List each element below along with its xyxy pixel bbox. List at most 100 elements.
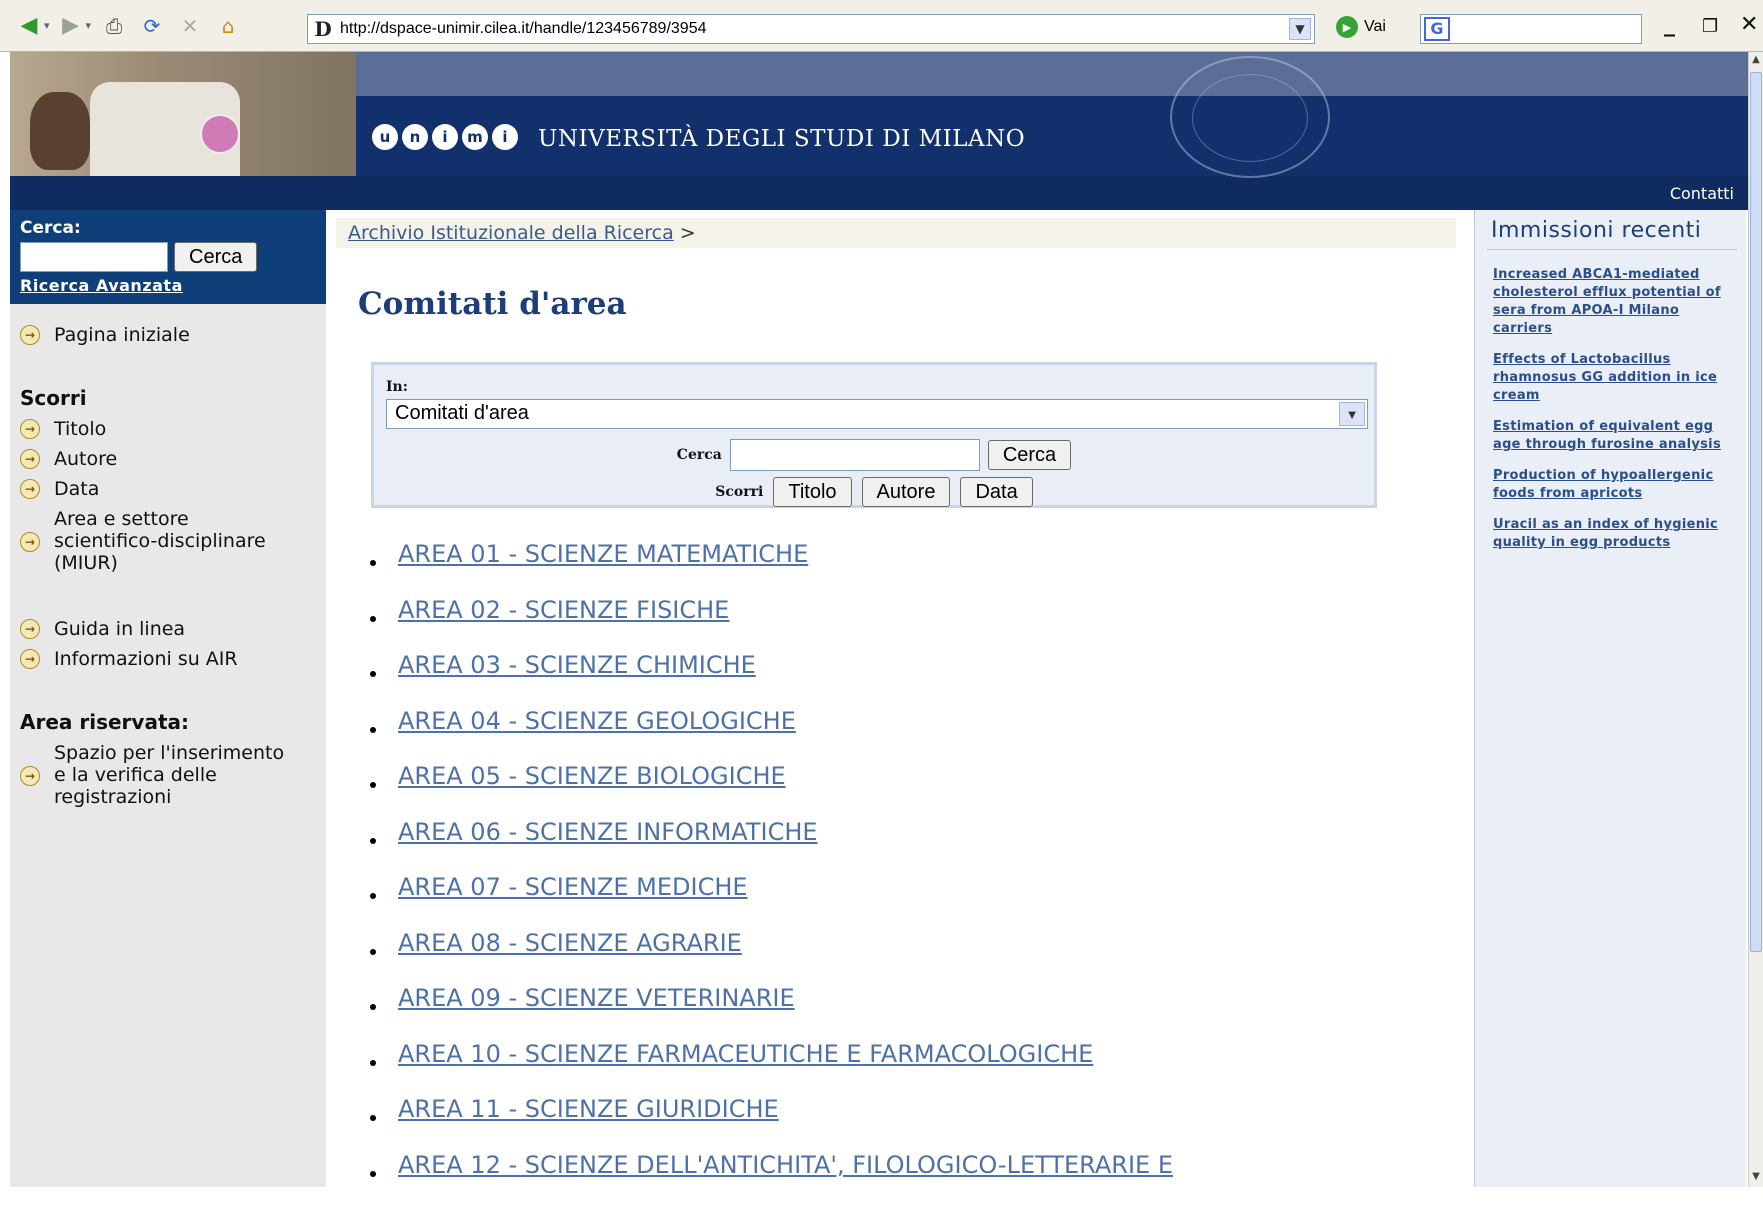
sidebar-item-label: Guida in linea (54, 618, 185, 640)
back-dropdown-icon[interactable]: ▾ (44, 19, 50, 32)
scrollbar-thumb[interactable] (1750, 72, 1762, 952)
forward-arrow-icon[interactable]: ▶ (54, 10, 88, 42)
logo-letter: m (462, 124, 488, 150)
list-item[interactable]: AREA 07 - SCIENZE MEDICHE (370, 873, 1173, 929)
minimize-icon[interactable]: _ (1664, 12, 1675, 37)
recent-item-link[interactable]: Estimation of equivalent egg age through… (1493, 418, 1734, 454)
sidebar-reserved-line: e la verifica delle (54, 764, 284, 786)
area-link[interactable]: AREA 08 - SCIENZE AGRARIE (398, 929, 742, 957)
area-link[interactable]: AREA 06 - SCIENZE INFORMATICHE (398, 818, 818, 846)
sidebar-item-info[interactable]: → Informazioni su AIR (10, 648, 326, 670)
sidebar-area-line: Area e settore (54, 508, 266, 530)
stop-icon[interactable]: ✕ (175, 11, 205, 41)
google-logo-icon: G (1424, 17, 1450, 41)
sidebar-item-label: Autore (54, 448, 117, 470)
print-icon[interactable]: ⎙ (99, 11, 129, 41)
breadcrumb-link[interactable]: Archivio Istituzionale della Ricerca (348, 222, 674, 244)
sidebar-item-label: Data (54, 478, 99, 500)
address-dropdown-icon[interactable]: ▼ (1289, 18, 1311, 40)
site-header: u n i m i UNIVERSITÀ DEGLI STUDI DI MILA… (10, 52, 1750, 210)
list-item[interactable]: AREA 04 - SCIENZE GEOLOGICHE (370, 707, 1173, 763)
left-sidebar: Cerca: Cerca Ricerca Avanzata → Pagina i… (10, 210, 326, 1187)
contacts-link[interactable]: Contatti (1670, 184, 1734, 203)
sidebar-item-area[interactable]: → Area e settore scientifico-disciplinar… (10, 508, 326, 574)
address-url[interactable]: http://dspace-unimir.cilea.it/handle/123… (340, 20, 1289, 38)
address-bar[interactable]: D http://dspace-unimir.cilea.it/handle/1… (307, 14, 1315, 44)
sidebar-search-button[interactable]: Cerca (174, 242, 257, 272)
scope-browse-row: Scorri Titolo Autore Data (374, 477, 1374, 507)
browse-date-button[interactable]: Data (960, 477, 1032, 507)
circle-arrow-icon: → (20, 766, 40, 786)
recent-item-link[interactable]: Uracil as an index of hygienic quality i… (1493, 516, 1734, 552)
sidebar-reserved-line: registrazioni (54, 786, 284, 808)
sidebar-item-label: Pagina iniziale (54, 324, 190, 346)
page-scrollbar[interactable]: ▲ ▼ (1748, 52, 1763, 1187)
sidebar-item-home[interactable]: → Pagina iniziale (10, 324, 326, 346)
list-item[interactable]: AREA 03 - SCIENZE CHIMICHE (370, 651, 1173, 707)
collection-search-box: In: Comitati d'area ▼ Cerca Cerca Scorri… (371, 362, 1377, 508)
maximize-icon[interactable]: ❐ (1702, 16, 1718, 37)
logo-letter: u (372, 124, 398, 150)
area-link[interactable]: AREA 03 - SCIENZE CHIMICHE (398, 651, 756, 679)
go-button[interactable]: ▶ Vai (1336, 16, 1386, 38)
area-link[interactable]: AREA 12 - SCIENZE DELL'ANTICHITA', FILOL… (398, 1151, 1173, 1179)
home-icon[interactable]: ⌂ (213, 11, 243, 41)
scroll-up-icon[interactable]: ▲ (1750, 54, 1762, 68)
recent-item-link[interactable]: Increased ABCA1-mediated cholesterol eff… (1493, 266, 1734, 338)
sidebar-item-help[interactable]: → Guida in linea (10, 618, 326, 640)
logo-letter: i (492, 124, 518, 150)
sidebar-item-reserved[interactable]: → Spazio per l'inserimento e la verifica… (10, 742, 326, 808)
list-item[interactable]: AREA 01 - SCIENZE MATEMATICHE (370, 540, 1173, 596)
scope-search-label: Cerca (677, 447, 722, 463)
list-item[interactable]: AREA 12 - SCIENZE DELL'ANTICHITA', FILOL… (370, 1151, 1173, 1206)
area-link[interactable]: AREA 02 - SCIENZE FISICHE (398, 596, 729, 624)
recent-item-link[interactable]: Production of hypoallergenic foods from … (1493, 467, 1734, 503)
sidebar-search-panel: Cerca: Cerca Ricerca Avanzata (10, 210, 326, 304)
advanced-search-link[interactable]: Ricerca Avanzata (20, 276, 316, 295)
browse-author-button[interactable]: Autore (862, 477, 951, 507)
close-icon[interactable]: ✕ (1740, 12, 1758, 37)
university-name: UNIVERSITÀ DEGLI STUDI DI MILANO (538, 126, 1025, 152)
sidebar-item-label: Titolo (54, 418, 106, 440)
circle-arrow-icon: → (20, 649, 40, 669)
area-link[interactable]: AREA 07 - SCIENZE MEDICHE (398, 873, 748, 901)
area-link[interactable]: AREA 01 - SCIENZE MATEMATICHE (398, 540, 808, 568)
sidebar-item-author[interactable]: → Autore (10, 448, 326, 470)
area-link[interactable]: AREA 05 - SCIENZE BIOLOGICHE (398, 762, 786, 790)
header-subbar (10, 176, 1750, 210)
scroll-down-icon[interactable]: ▼ (1750, 1171, 1762, 1185)
refresh-icon[interactable]: ⟳ (137, 11, 167, 41)
area-link[interactable]: AREA 10 - SCIENZE FARMACEUTICHE E FARMAC… (398, 1040, 1093, 1068)
forward-dropdown-icon[interactable]: ▾ (86, 19, 92, 32)
area-link[interactable]: AREA 09 - SCIENZE VETERINARIE (398, 984, 795, 1012)
unimi-logo: u n i m i (372, 124, 518, 150)
sidebar-item-date[interactable]: → Data (10, 478, 326, 500)
scope-search-button[interactable]: Cerca (988, 440, 1071, 470)
recent-submissions-panel: Immissioni recenti Increased ABCA1-media… (1474, 210, 1746, 1187)
area-list: AREA 01 - SCIENZE MATEMATICHE AREA 02 - … (370, 540, 1173, 1206)
list-item[interactable]: AREA 02 - SCIENZE FISICHE (370, 596, 1173, 652)
circle-arrow-icon: → (20, 419, 40, 439)
circle-arrow-icon: → (20, 449, 40, 469)
list-item[interactable]: AREA 09 - SCIENZE VETERINARIE (370, 984, 1173, 1040)
list-item[interactable]: AREA 06 - SCIENZE INFORMATICHE (370, 818, 1173, 874)
go-label: Vai (1364, 18, 1386, 36)
sidebar-item-title[interactable]: → Titolo (10, 418, 326, 440)
scope-search-input[interactable] (730, 439, 980, 471)
sidebar-area-line: (MIUR) (54, 552, 266, 574)
browse-title-button[interactable]: Titolo (773, 477, 851, 507)
list-item[interactable]: AREA 08 - SCIENZE AGRARIE (370, 929, 1173, 985)
logo-letter: i (432, 124, 458, 150)
area-link[interactable]: AREA 04 - SCIENZE GEOLOGICHE (398, 707, 796, 735)
back-arrow-icon[interactable]: ◀ (12, 10, 46, 42)
scope-select[interactable]: Comitati d'area ▼ (386, 399, 1368, 429)
list-item[interactable]: AREA 10 - SCIENZE FARMACEUTICHE E FARMAC… (370, 1040, 1173, 1096)
breadcrumb-separator: > (680, 222, 696, 244)
sidebar-search-input[interactable] (20, 242, 168, 272)
area-link[interactable]: AREA 11 - SCIENZE GIURIDICHE (398, 1095, 779, 1123)
dropdown-arrow-icon[interactable]: ▼ (1339, 402, 1365, 426)
google-search-box[interactable]: G (1420, 14, 1642, 44)
recent-item-link[interactable]: Effects of Lactobacillus rhamnosus GG ad… (1493, 351, 1734, 405)
list-item[interactable]: AREA 05 - SCIENZE BIOLOGICHE (370, 762, 1173, 818)
list-item[interactable]: AREA 11 - SCIENZE GIURIDICHE (370, 1095, 1173, 1151)
